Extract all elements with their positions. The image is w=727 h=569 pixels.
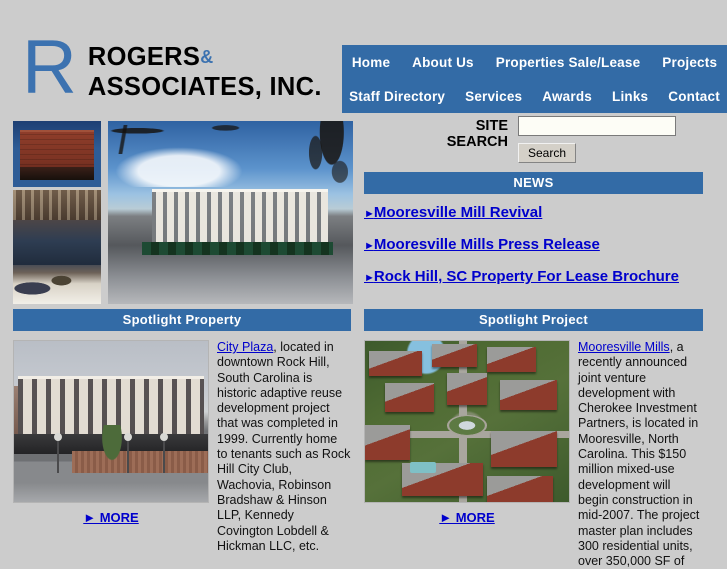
logo-ampersand: &	[200, 47, 214, 67]
news-link-label: Mooresville Mill Revival	[373, 204, 543, 221]
nav-item-home[interactable]: Home	[352, 55, 390, 70]
site-search-controls: Search	[518, 116, 676, 163]
nav-item-awards[interactable]: Awards	[542, 89, 592, 104]
search-button[interactable]: Search	[518, 143, 577, 163]
arrow-icon: ►	[364, 208, 375, 220]
spotlight-project-link[interactable]: Mooresville Mills	[578, 340, 670, 354]
nav-item-properties-sale-lease[interactable]: Properties Sale/Lease	[496, 55, 641, 70]
spotlight-property-heading: Spotlight Property	[13, 309, 351, 331]
news-link-mooresville-mills-press-release[interactable]: ►Mooresville Mills Press Release	[364, 236, 600, 253]
spotlight-property-more-wrap: ► MORE	[13, 503, 209, 527]
nav-item-links[interactable]: Links	[612, 89, 648, 104]
spotlight-project-text: Mooresville Mills, a recently announced …	[578, 340, 703, 569]
nav-row-secondary: Staff Directory Services Awards Links Co…	[342, 79, 727, 113]
site-search-label-line1: SITE	[475, 118, 508, 134]
site-search-label: SITE SEARCH	[440, 118, 508, 150]
news-link-label: Mooresville Mills Press Release	[373, 236, 600, 253]
spotlight-property-text: City Plaza, located in downtown Rock Hil…	[217, 340, 351, 554]
nav-item-about-us[interactable]: About Us	[412, 55, 474, 70]
spotlight-property-link[interactable]: City Plaza	[217, 340, 273, 354]
spotlight-property-section: Spotlight Property ► MORE City Plaza, lo…	[13, 309, 351, 554]
logo-letter-r: R	[22, 25, 77, 110]
spotlight-project-more-link[interactable]: ► MORE	[439, 510, 494, 525]
news-list: ►Mooresville Mill Revival ►Mooresville M…	[364, 204, 703, 287]
logo-line1: ROGERS	[87, 43, 201, 71]
spotlight-property-body: ► MORE City Plaza, located in downtown R…	[13, 340, 351, 554]
spotlight-project-more-wrap: ► MORE	[364, 503, 570, 527]
site-search-label-line2: SEARCH	[446, 134, 508, 150]
arrow-icon: ►	[364, 240, 375, 252]
news-item: ►Mooresville Mill Revival	[364, 204, 703, 223]
collage-image-brick-building	[13, 121, 101, 187]
nav-item-services[interactable]: Services	[465, 89, 522, 104]
search-input[interactable]	[518, 116, 676, 136]
logo-line2: ASSOCIATES, INC.	[87, 73, 322, 101]
spotlight-project-image	[364, 340, 570, 503]
spotlight-property-description: , located in downtown Rock Hill, South C…	[217, 340, 351, 553]
nav-item-contact[interactable]: Contact	[668, 89, 720, 104]
news-heading: NEWS	[364, 172, 703, 194]
spotlight-project-description: , a recently announced joint venture dev…	[578, 340, 700, 569]
news-item: ►Mooresville Mills Press Release	[364, 236, 703, 255]
site-header: R ROGERS& ASSOCIATES, INC. Home About Us…	[0, 0, 727, 113]
nav-row-primary: Home About Us Properties Sale/Lease Proj…	[342, 45, 727, 79]
spotlight-project-heading: Spotlight Project	[364, 309, 703, 331]
main-navigation: Home About Us Properties Sale/Lease Proj…	[342, 45, 727, 113]
arrow-icon: ►	[364, 272, 375, 284]
spotlight-property-image	[13, 340, 209, 503]
news-link-label: Rock Hill, SC Property For Lease Brochur…	[373, 268, 679, 285]
spotlight-project-section: Spotlight Project ► MORE Mooresville Mil…	[364, 309, 703, 569]
news-section: NEWS ►Mooresville Mill Revival ►Mooresvi…	[364, 172, 703, 300]
collage-image-interior-event	[13, 190, 101, 304]
news-link-mooresville-mill-revival[interactable]: ►Mooresville Mill Revival	[364, 204, 542, 221]
nav-item-staff-directory[interactable]: Staff Directory	[349, 89, 445, 104]
site-search: SITE SEARCH Search	[440, 116, 720, 168]
site-logo[interactable]: R ROGERS& ASSOCIATES, INC.	[22, 25, 322, 110]
news-link-rock-hill-lease-brochure[interactable]: ►Rock Hill, SC Property For Lease Brochu…	[364, 268, 679, 285]
nav-item-projects[interactable]: Projects	[662, 55, 717, 70]
hero-image-collage	[13, 121, 353, 304]
spotlight-project-body: ► MORE Mooresville Mills, a recently ann…	[364, 340, 703, 569]
logo-wordmark: ROGERS& ASSOCIATES, INC.	[88, 42, 322, 102]
spotlight-property-more-link[interactable]: ► MORE	[83, 510, 138, 525]
collage-image-street-corner	[108, 121, 353, 304]
news-item: ►Rock Hill, SC Property For Lease Brochu…	[364, 268, 703, 287]
